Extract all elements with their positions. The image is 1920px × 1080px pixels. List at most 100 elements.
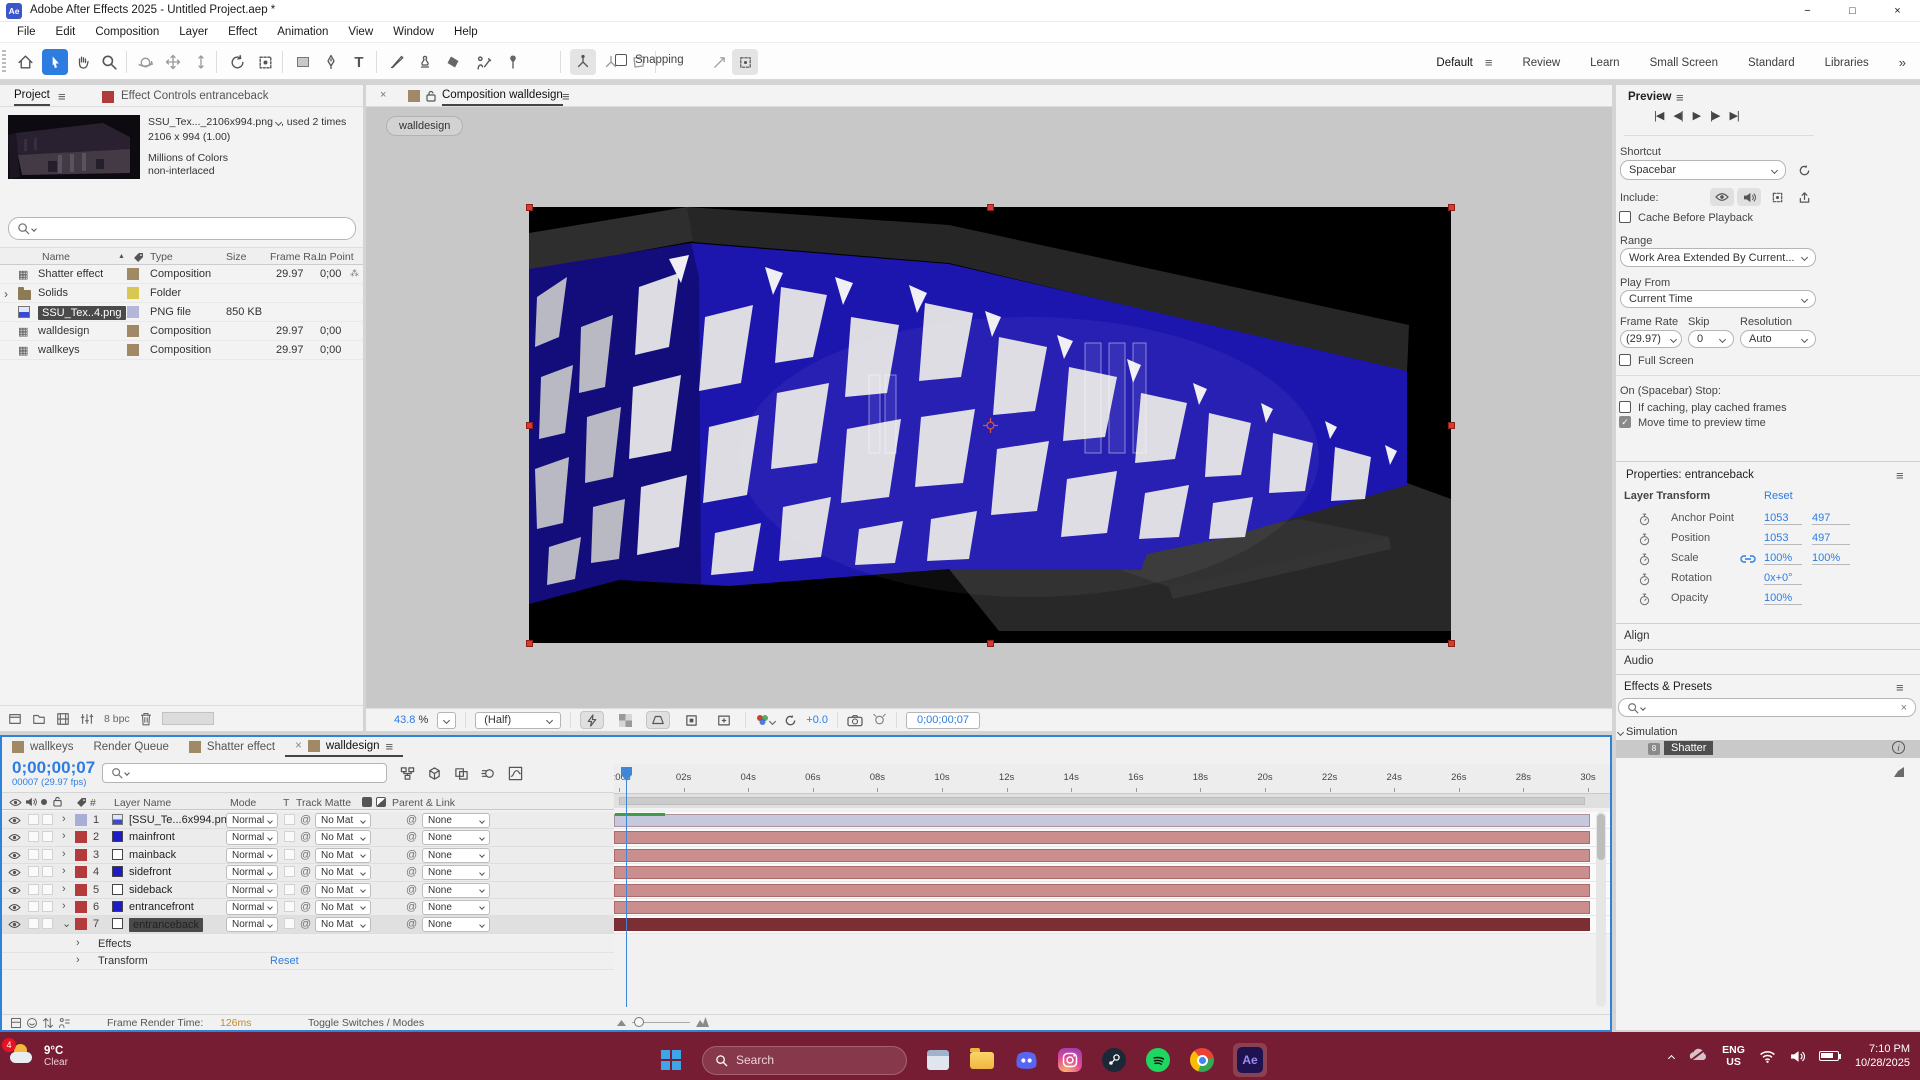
- timeline-layer-row[interactable]: › 6 entrancefront Normal @ No Mat @ None: [2, 899, 614, 916]
- roto-brush-tool[interactable]: [470, 49, 496, 75]
- layer-audio-cell[interactable]: [28, 849, 39, 860]
- tray-expand-icon[interactable]: [1668, 1054, 1675, 1061]
- project-item-row[interactable]: ▦ wallkeys Composition 29.97 0;00 ⁂: [0, 341, 363, 360]
- composition-canvas[interactable]: walldesign: [366, 107, 1612, 708]
- tab-effect-controls[interactable]: Effect Controls entranceback: [121, 90, 268, 102]
- tab-label[interactable]: walldesign: [326, 740, 380, 752]
- chrome-icon[interactable]: [1189, 1047, 1215, 1073]
- layer-bar-row[interactable]: [614, 882, 1610, 899]
- hand-tool[interactable]: [70, 49, 96, 75]
- zoom-dropdown[interactable]: [437, 712, 456, 729]
- graph-editor-icon[interactable]: [508, 766, 523, 781]
- transform-reset-button[interactable]: Reset: [1764, 490, 1793, 502]
- layer-transform-group[interactable]: Layer Transform: [1624, 490, 1710, 502]
- layer-mode-dropdown[interactable]: Normal: [226, 900, 278, 915]
- resolution-preview-dropdown[interactable]: Auto: [1740, 330, 1816, 348]
- label-column-icon[interactable]: [133, 252, 144, 263]
- layer-expand-arrow[interactable]: ›: [62, 865, 66, 877]
- layer-matte-dropdown[interactable]: No Mat: [315, 830, 371, 845]
- transparency-grid-icon[interactable]: [613, 711, 637, 729]
- solo-column-icon[interactable]: [41, 799, 47, 805]
- region-of-interest-icon[interactable]: [732, 49, 758, 75]
- properties-panel-title[interactable]: Properties: entranceback: [1626, 469, 1754, 481]
- tab-label[interactable]: wallkeys: [30, 741, 73, 753]
- item-label-swatch[interactable]: [127, 306, 139, 318]
- parent-pickwhip-icon[interactable]: @: [406, 866, 417, 878]
- new-composition-icon[interactable]: [56, 712, 70, 726]
- layer-visibility-eye-icon[interactable]: [8, 816, 21, 825]
- layer-solo-cell[interactable]: [42, 814, 53, 825]
- frame-rate-dropdown[interactable]: (29.97): [1620, 330, 1682, 348]
- layer-t-cell[interactable]: [284, 918, 295, 929]
- layer-solo-cell[interactable]: [42, 884, 53, 895]
- draft-3d-icon[interactable]: [427, 766, 442, 781]
- share-icon[interactable]: [1792, 188, 1816, 206]
- property-value-x[interactable]: 100%: [1764, 552, 1802, 565]
- workspace-tab[interactable]: Libraries: [1825, 57, 1869, 69]
- layer-matte-dropdown[interactable]: No Mat: [315, 865, 371, 880]
- parent-pickwhip-icon[interactable]: @: [406, 884, 417, 896]
- sort-ascending-icon[interactable]: ▲: [118, 253, 125, 260]
- menu-item[interactable]: Composition: [86, 26, 168, 38]
- color-depth-label[interactable]: 8 bpc: [104, 713, 130, 725]
- window-app-icon[interactable]: [925, 1047, 951, 1073]
- comp-nav-button[interactable]: walldesign: [386, 116, 463, 136]
- steam-icon[interactable]: [1101, 1047, 1127, 1073]
- type-tool[interactable]: T: [346, 49, 372, 75]
- skip-dropdown[interactable]: 0: [1688, 330, 1734, 348]
- expand-transform-icon[interactable]: [42, 1017, 54, 1029]
- property-value-x[interactable]: 1053: [1764, 512, 1802, 525]
- tab-close-icon[interactable]: ×: [295, 740, 302, 752]
- selection-handle[interactable]: [1448, 640, 1455, 647]
- audio-column-icon[interactable]: [25, 797, 37, 807]
- layer-name[interactable]: entranceback: [129, 918, 203, 932]
- col-track-matte[interactable]: Track Matte: [296, 797, 351, 809]
- property-value-x[interactable]: 0x+0°: [1764, 572, 1802, 585]
- project-panel-menu-icon[interactable]: ≡: [58, 89, 66, 104]
- composition-mini-flowchart-icon[interactable]: [400, 766, 415, 781]
- pan-camera-tool[interactable]: [160, 49, 186, 75]
- item-label-swatch[interactable]: [127, 325, 139, 337]
- zoom-in-mountain-icon[interactable]: [696, 1017, 709, 1027]
- viewer-tab-label[interactable]: Composition walldesign: [442, 89, 563, 106]
- fast-preview-icon[interactable]: [580, 711, 604, 729]
- zoom-level-value[interactable]: 43.8 %: [394, 714, 428, 726]
- dolly-camera-tool[interactable]: [188, 49, 214, 75]
- selection-handle[interactable]: [526, 204, 533, 211]
- timeline-graph-area[interactable]: 0:00s 02s 04s 06s 08s 10s 12s 14s 16s: [614, 759, 1610, 1016]
- start-button[interactable]: [658, 1047, 684, 1073]
- pen-tool[interactable]: [318, 49, 344, 75]
- workspace-tab[interactable]: Standard: [1748, 57, 1795, 69]
- layer-visibility-eye-icon[interactable]: [8, 920, 21, 929]
- layer-audio-cell[interactable]: [28, 918, 39, 929]
- full-screen-checkbox[interactable]: [1619, 354, 1631, 366]
- layer-mode-dropdown[interactable]: Normal: [226, 883, 278, 898]
- home-icon[interactable]: [12, 49, 38, 75]
- brush-tool[interactable]: [384, 49, 410, 75]
- transport-button[interactable]: ◀|: [1673, 109, 1682, 122]
- stopwatch-icon[interactable]: [1638, 513, 1651, 526]
- lock-column-icon[interactable]: [53, 796, 62, 807]
- transform-group-row[interactable]: Transform: [98, 955, 148, 967]
- trash-icon[interactable]: [140, 712, 152, 726]
- layer-color-chip[interactable]: [75, 831, 87, 843]
- region-of-interest-viewer-icon[interactable]: [679, 711, 703, 729]
- include-video-eye-icon[interactable]: [1710, 188, 1734, 206]
- puppet-pin-tool[interactable]: [500, 49, 526, 75]
- snapping-checkbox[interactable]: [615, 54, 627, 66]
- parent-pickwhip-icon[interactable]: @: [406, 831, 417, 843]
- layer-solo-cell[interactable]: [42, 866, 53, 877]
- timeline-layer-row[interactable]: › 3 mainback Normal @ No Mat @ None: [2, 847, 614, 864]
- project-item-name[interactable]: Solids: [38, 287, 68, 299]
- workspace-tab[interactable]: Review: [1522, 57, 1560, 69]
- layer-solo-cell[interactable]: [42, 901, 53, 912]
- wifi-icon[interactable]: [1759, 1050, 1776, 1063]
- footage-thumbnail[interactable]: [8, 115, 140, 179]
- layer-name[interactable]: entrancefront: [129, 901, 194, 913]
- footage-filename[interactable]: SSU_Tex..._2106x994.png: [148, 116, 273, 128]
- menu-item[interactable]: Help: [445, 26, 487, 38]
- link-dimensions-icon[interactable]: [1740, 554, 1756, 564]
- timeline-zoom-knob[interactable]: [634, 1017, 644, 1027]
- layer-name[interactable]: mainback: [129, 849, 176, 861]
- transport-button[interactable]: ▶: [1693, 109, 1700, 122]
